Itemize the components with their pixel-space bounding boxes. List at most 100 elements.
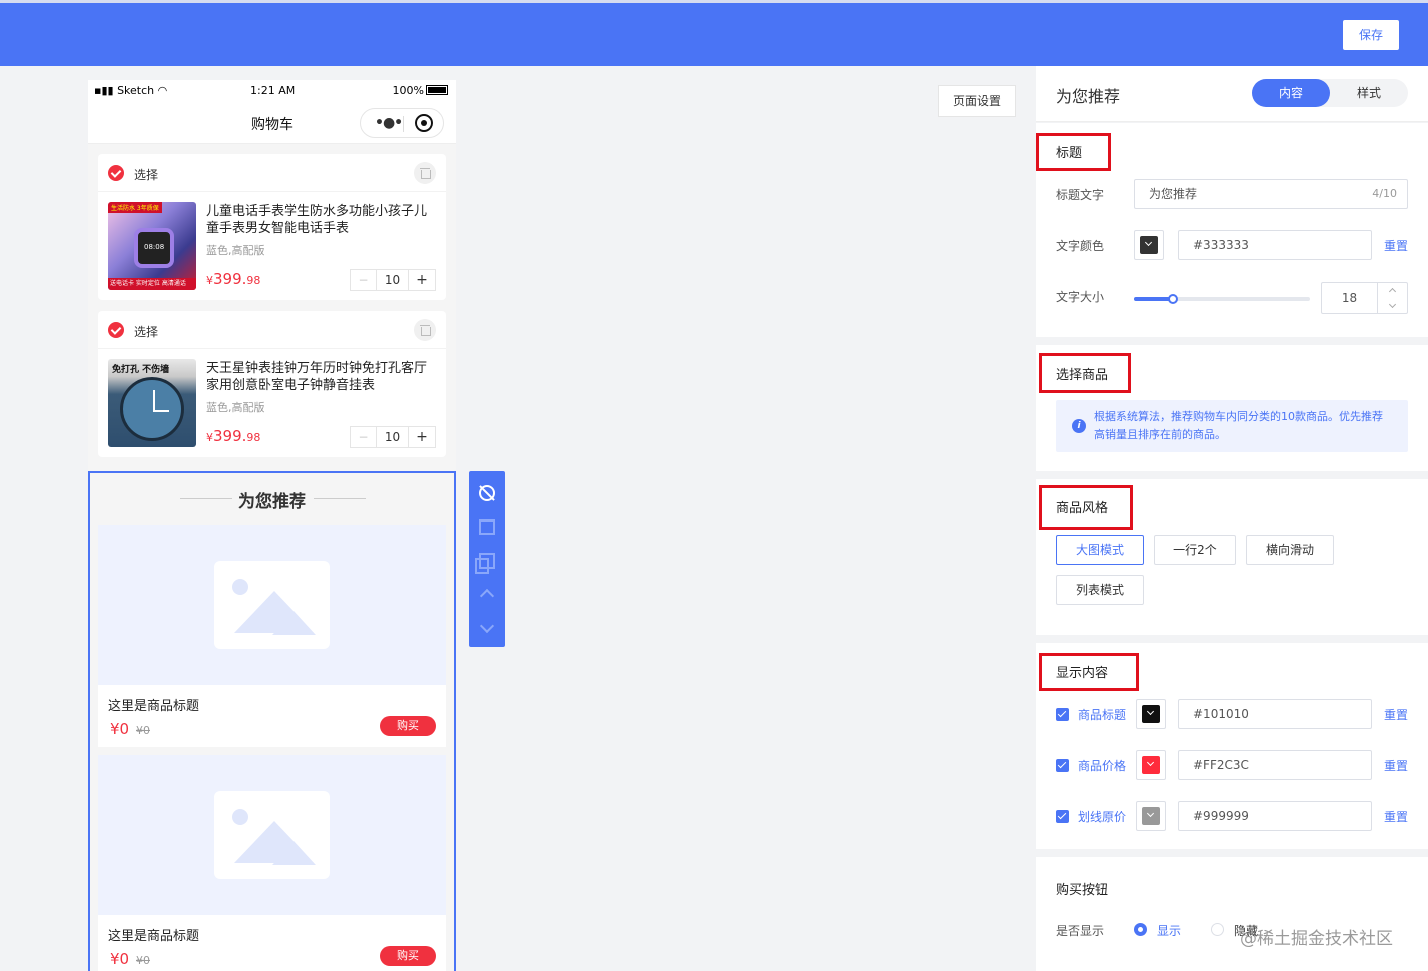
goods-original-price: ¥0 [136, 724, 150, 737]
title-text-input[interactable]: 为您推荐 4/10 [1134, 179, 1408, 209]
title-color-input[interactable]: #333333 [1178, 230, 1372, 260]
show-radio[interactable] [1134, 923, 1147, 936]
check-icon[interactable] [108, 322, 124, 338]
goods-title-color-reset[interactable]: 重置 [1384, 706, 1408, 723]
move-up-icon[interactable] [479, 588, 495, 604]
product-image: 免打孔 不伤墙 [108, 359, 196, 447]
nav-bar: 购物车 •●• [88, 102, 456, 144]
more-icon[interactable]: •●• [375, 115, 403, 131]
title-section-heading: 标题 [1056, 146, 1083, 161]
show-original-price-checkbox[interactable] [1056, 810, 1069, 823]
char-count: 4/10 [1372, 187, 1397, 200]
copy-icon[interactable] [475, 553, 495, 574]
goods-price-color-picker[interactable] [1136, 750, 1166, 780]
image-placeholder-icon [214, 561, 330, 649]
product-price: ¥399.98 [206, 270, 261, 288]
goods-title: 这里是商品标题 [108, 699, 200, 714]
settings-panel: 为您推荐 内容 样式 标题 标题文字 为您推荐 4/10 文字颜色 #33333… [1036, 66, 1428, 971]
quantity-value[interactable]: 10 [377, 270, 409, 290]
buy-button-section: 购买按钮 是否显示 显示 隐藏 [1036, 857, 1428, 971]
product-spec: 蓝色,高配版 [206, 244, 265, 257]
decrease-button[interactable]: − [351, 427, 377, 447]
goods-title-color-input[interactable]: #101010 [1178, 699, 1372, 729]
carrier-name: Sketch [117, 84, 155, 97]
watch-image: 08:08 [134, 228, 174, 268]
goods-card[interactable]: 这里是商品标题 ¥0 ¥0 购买 [98, 755, 446, 971]
slider-handle[interactable] [1167, 294, 1178, 304]
original-price-color-reset[interactable]: 重置 [1384, 808, 1408, 825]
goods-title-color-picker[interactable] [1136, 699, 1166, 729]
goods-price: ¥0 [110, 720, 130, 738]
select-label: 选择 [134, 325, 159, 339]
style-option-horizontal-scroll[interactable]: 横向滑动 [1246, 535, 1334, 565]
increase-button[interactable]: + [409, 270, 435, 290]
close-target-icon[interactable] [415, 114, 433, 132]
product-image: 生活防水 3年质保 08:08 送电话卡 实时定位 高清通话 [108, 202, 196, 290]
goods-price-color-input[interactable]: #FF2C3C [1178, 750, 1372, 780]
font-size-input[interactable]: 18 [1321, 282, 1408, 314]
hide-eye-icon[interactable] [475, 481, 499, 505]
buy-button[interactable]: 购买 [380, 946, 436, 966]
goods-title: 这里是商品标题 [108, 929, 200, 944]
quantity-value[interactable]: 10 [377, 427, 409, 447]
style-option-list[interactable]: 列表模式 [1056, 575, 1144, 605]
status-time: 1:21 AM [250, 84, 296, 97]
signal-icon: ▪▮▮ [94, 84, 114, 97]
recommend-title: 为您推荐 [238, 492, 306, 512]
trash-icon[interactable] [414, 162, 436, 184]
quantity-stepper: − 10 + [350, 269, 436, 291]
decrease-button[interactable]: − [351, 270, 377, 290]
watermark: @稀土掘金技术社区 [1240, 929, 1393, 949]
clock-image [120, 377, 184, 441]
goods-price: ¥0 [110, 950, 130, 968]
buy-button[interactable]: 购买 [380, 716, 436, 736]
top-bar: 保存 [0, 0, 1428, 66]
original-price-color-picker[interactable] [1136, 801, 1166, 831]
hide-radio[interactable] [1211, 923, 1224, 936]
panel-tabs: 内容 样式 [1252, 79, 1408, 107]
delete-icon[interactable] [479, 519, 495, 535]
mini-program-capsule[interactable]: •●• [360, 108, 444, 138]
title-section: 标题 标题文字 为您推荐 4/10 文字颜色 #333333 重置 文字大小 1… [1036, 123, 1428, 337]
tab-style[interactable]: 样式 [1330, 79, 1408, 107]
select-label: 选择 [134, 168, 159, 182]
battery-level: 100% [392, 84, 424, 97]
goods-card[interactable]: 这里是商品标题 ¥0 ¥0 购买 [98, 525, 446, 747]
wifi-icon: ◠ [157, 84, 168, 97]
status-bar: ▪▮▮ Sketch ◠ 1:21 AM 100% [88, 80, 456, 102]
goods-original-price: ¥0 [136, 954, 150, 967]
page-settings-button[interactable]: 页面设置 [938, 85, 1016, 117]
display-content-section: 显示内容 商品标题 #101010 重置 商品价格 #FF2C3C 重置 划线原… [1036, 643, 1428, 849]
widget-toolbar [469, 471, 505, 647]
goods-price-color-reset[interactable]: 重置 [1384, 757, 1408, 774]
move-down-icon[interactable] [479, 618, 495, 634]
product-price: ¥399.98 [206, 427, 261, 445]
algorithm-info: i 根据系统算法，推荐购物车内同分类的10款商品。优先推荐高销量且排序在前的商品… [1056, 400, 1408, 452]
style-option-two-per-row[interactable]: 一行2个 [1154, 535, 1236, 565]
goods-style-section: 商品风格 大图模式 一行2个 横向滑动 列表模式 [1036, 479, 1428, 635]
check-icon[interactable] [108, 165, 124, 181]
recommend-widget[interactable]: 为您推荐 这里是商品标题 ¥0 ¥0 购买 这里是商品标题 ¥0 ¥0 购买 [88, 471, 456, 971]
show-title-checkbox[interactable] [1056, 708, 1069, 721]
product-title: 儿童电话手表学生防水多功能小孩子儿童手表男女智能电话手表 [206, 204, 428, 236]
tab-content[interactable]: 内容 [1252, 79, 1330, 107]
cart-item: 选择 免打孔 不伤墙 天王星钟表挂钟万年历时钟免打孔客厅家用创意卧室电子钟静音挂… [98, 311, 446, 457]
product-spec: 蓝色,高配版 [206, 401, 265, 414]
info-icon: i [1072, 419, 1086, 433]
save-button[interactable]: 保存 [1343, 20, 1399, 50]
quantity-stepper: − 10 + [350, 426, 436, 448]
cart-item: 选择 生活防水 3年质保 08:08 送电话卡 实时定位 高清通话 儿童电话手表… [98, 154, 446, 300]
increase-button[interactable]: + [409, 427, 435, 447]
stepper-arrows-icon[interactable] [1377, 283, 1407, 313]
select-goods-section: 选择商品 i 根据系统算法，推荐购物车内同分类的10款商品。优先推荐高销量且排序… [1036, 345, 1428, 471]
battery-icon [426, 85, 448, 95]
title-color-reset[interactable]: 重置 [1384, 237, 1408, 254]
font-size-slider[interactable] [1134, 294, 1310, 304]
image-placeholder-icon [214, 791, 330, 879]
title-color-picker[interactable] [1134, 230, 1164, 260]
original-price-color-input[interactable]: #999999 [1178, 801, 1372, 831]
style-option-large[interactable]: 大图模式 [1056, 535, 1144, 565]
trash-icon[interactable] [414, 319, 436, 341]
product-title: 天王星钟表挂钟万年历时钟免打孔客厅家用创意卧室电子钟静音挂表 [206, 361, 428, 393]
show-price-checkbox[interactable] [1056, 759, 1069, 772]
